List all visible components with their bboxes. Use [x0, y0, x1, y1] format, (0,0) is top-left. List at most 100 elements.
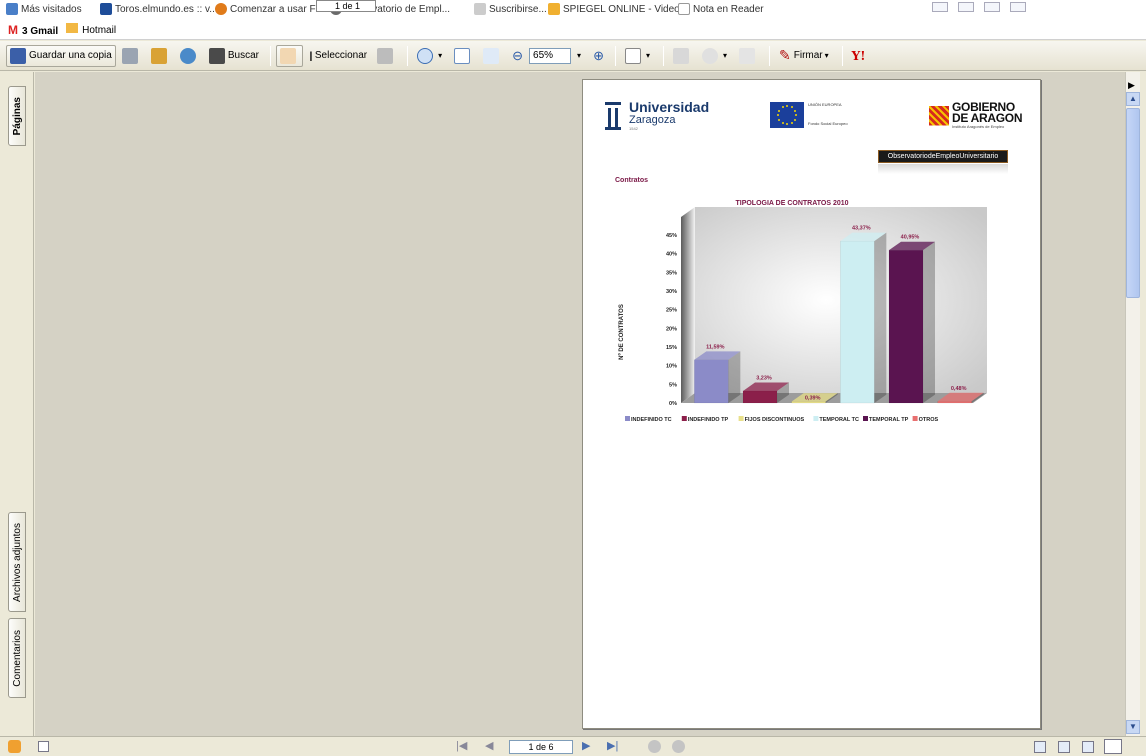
university-emblem-icon — [605, 101, 621, 130]
banner-reflection — [878, 164, 1008, 174]
view-cont-facing-icon[interactable] — [1010, 2, 1026, 12]
collaborate-button[interactable] — [176, 45, 203, 67]
previous-view-button[interactable] — [648, 740, 661, 753]
copy-button[interactable] — [735, 45, 762, 67]
bookmark-icon — [6, 3, 18, 15]
mail-bar: M3 Gmail Hotmail — [0, 20, 1146, 40]
bar — [742, 390, 778, 404]
scroll-down-arrow[interactable]: ▼ — [1126, 720, 1140, 734]
fit-width-button[interactable] — [479, 45, 506, 67]
document-workspace[interactable]: Universidad Zaragoza 1542 UNIÓN EUROPEA … — [35, 72, 1125, 736]
tab-paginas[interactable]: Páginas — [8, 86, 26, 146]
fit-page-button[interactable] — [450, 45, 477, 67]
zoom-dropdown[interactable]: ▾ — [571, 45, 587, 67]
select-tool-button[interactable]: I Seleccionar — [305, 45, 371, 67]
gmail-icon: M — [8, 22, 18, 37]
bar — [791, 401, 826, 404]
email-icon — [150, 47, 167, 64]
data-label: 3,23% — [756, 376, 772, 382]
bar — [694, 359, 729, 404]
page-layout-button[interactable]: ▾ — [621, 45, 656, 67]
bookmark-icon — [548, 3, 560, 15]
hand-icon — [279, 47, 296, 64]
tab-archivos-adjuntos[interactable]: Archivos adjuntos — [8, 512, 26, 612]
legend-label: OTROS — [919, 417, 939, 423]
pages-icon — [624, 47, 641, 64]
scroll-up-arrow[interactable]: ▲ — [1126, 92, 1140, 106]
separator — [269, 45, 271, 66]
print-button[interactable] — [118, 45, 145, 67]
legend-swatch — [912, 416, 918, 421]
view-continuous-icon[interactable] — [958, 2, 974, 12]
gmail-link[interactable]: M3 Gmail — [8, 23, 58, 37]
facing-view-icon[interactable] — [1082, 741, 1094, 753]
bar — [937, 401, 972, 404]
hotmail-icon — [66, 23, 79, 33]
globe-icon — [179, 47, 196, 64]
bookmark-toros[interactable]: Toros.elmundo.es :: v... — [100, 2, 218, 16]
page-number-field[interactable]: 1 de 6 — [509, 740, 573, 754]
snapshot-button[interactable] — [373, 45, 400, 67]
bookmark-mas-visitados[interactable]: Más visitados — [6, 2, 82, 16]
yahoo-button[interactable]: Y! — [848, 45, 870, 67]
scroll-thumb[interactable] — [1126, 108, 1140, 298]
legend-swatch — [681, 416, 687, 421]
email-button[interactable] — [147, 45, 174, 67]
eu-star-icon — [786, 105, 788, 107]
hand-tool-button[interactable] — [275, 44, 303, 67]
zoom-out-button[interactable]: ⊖ — [508, 45, 527, 67]
continuous-view-icon[interactable] — [1058, 741, 1070, 753]
view-mode-buttons — [932, 2, 1026, 12]
rss-icon — [474, 3, 486, 15]
zoom-in-plus-button[interactable]: ⊕ — [589, 45, 608, 67]
eu-star-icon — [777, 114, 779, 116]
bar-side — [728, 351, 741, 403]
page-icon — [678, 3, 690, 15]
single-page-view-icon[interactable] — [1034, 741, 1046, 753]
y-tick-label: 5% — [669, 382, 677, 388]
separator — [407, 45, 409, 66]
vertical-scrollbar[interactable]: ▲ ▼ — [1125, 72, 1140, 736]
rotate-button[interactable] — [669, 45, 696, 67]
last-page-button[interactable]: ▶| — [607, 739, 618, 752]
bar-side — [874, 232, 887, 403]
y-tick-label: 0% — [669, 401, 677, 407]
panel-expand-arrow[interactable]: ▶ — [1128, 80, 1135, 91]
next-page-button[interactable]: ▶ — [582, 739, 590, 752]
y-axis-label: Nº DE CONTRATOS — [619, 304, 625, 360]
separator — [614, 45, 616, 66]
bookmark-suscribirse[interactable]: Suscribirse... — [474, 2, 547, 16]
bookmark-spiegel[interactable]: SPIEGEL ONLINE - Video — [548, 2, 680, 16]
first-page-button[interactable]: |◀ — [456, 739, 467, 752]
hand-status-icon — [8, 740, 21, 753]
zoom-in-button[interactable]: ▾ — [413, 45, 448, 67]
legend-swatch — [625, 416, 630, 421]
view-single-icon[interactable] — [932, 2, 948, 12]
bar — [888, 249, 924, 404]
next-view-button[interactable] — [672, 740, 685, 753]
legend-swatch — [738, 416, 744, 421]
y-tick-label: 15% — [666, 345, 677, 351]
hotmail-link[interactable]: Hotmail — [66, 23, 116, 36]
pen-icon: ✎ — [779, 47, 791, 63]
previous-page-button[interactable]: ◀ — [485, 739, 493, 752]
panel-toggle-icon[interactable] — [38, 741, 49, 752]
search-button[interactable]: Buscar — [205, 45, 263, 67]
chevron-down-icon: ▾ — [438, 51, 443, 60]
undo-button[interactable]: ▾ — [698, 45, 733, 67]
fit-page-icon — [454, 47, 471, 64]
sign-button[interactable]: ✎ Firmar ▾ — [775, 45, 835, 67]
separator — [841, 45, 843, 66]
data-label: 0,48% — [951, 386, 967, 392]
y-tick-label: 20% — [666, 326, 677, 332]
save-copy-button[interactable]: Guardar una copia — [6, 44, 116, 67]
continuous-facing-view-icon[interactable] — [1104, 739, 1122, 754]
zoom-field[interactable]: 65% — [529, 47, 572, 64]
view-facing-icon[interactable] — [984, 2, 1000, 12]
legend-label: TEMPORAL TP — [869, 417, 909, 423]
eu-flag-icon — [770, 102, 804, 128]
eu-star-icon — [778, 109, 781, 112]
bookmark-reader[interactable]: Nota en Reader — [678, 2, 764, 16]
rotate-icon — [672, 47, 689, 64]
tab-comentarios[interactable]: Comentarios — [8, 618, 26, 698]
